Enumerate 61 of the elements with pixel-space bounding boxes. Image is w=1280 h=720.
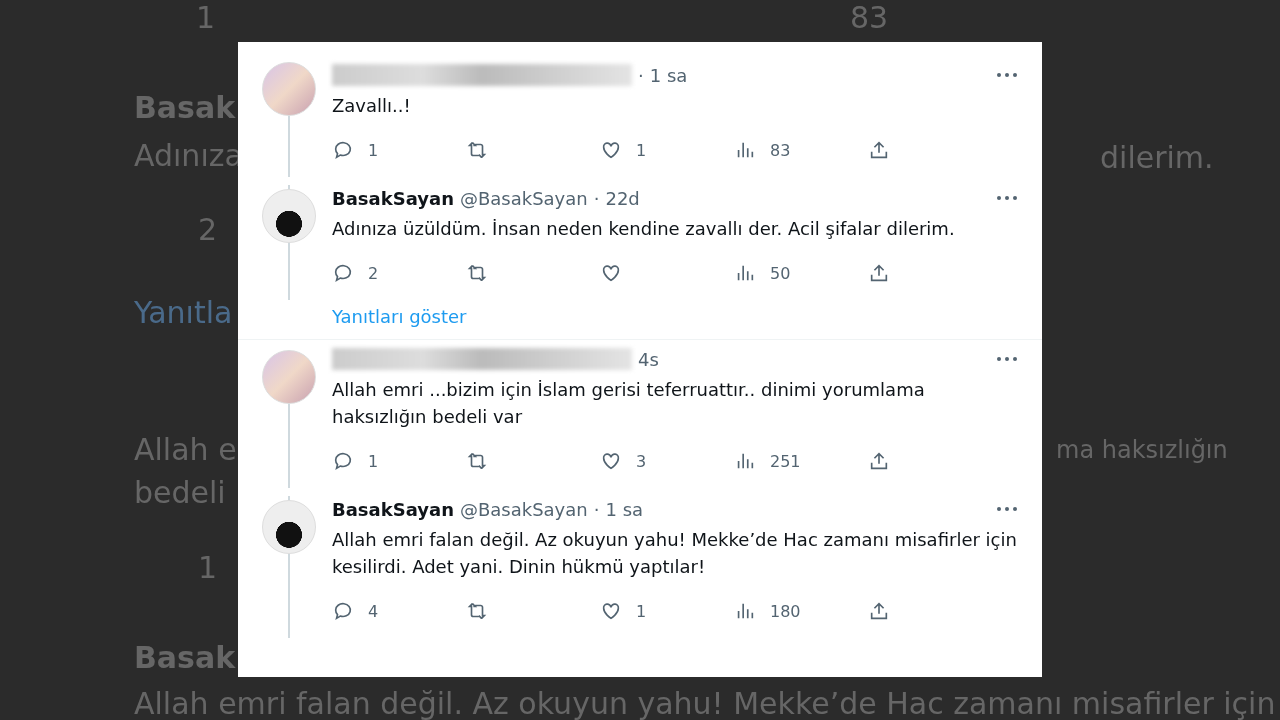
background-text: ma haksızlığın — [1056, 436, 1228, 464]
view-count: 50 — [770, 263, 791, 283]
heart-icon[interactable] — [600, 600, 622, 622]
background-text: Yanıtla — [134, 295, 233, 330]
background-text: 1 — [196, 0, 216, 35]
share-icon[interactable] — [868, 450, 890, 472]
background-text: Adınıza — [134, 138, 243, 173]
user-name[interactable]: BasakSayan — [332, 187, 454, 209]
view-count: 83 — [770, 140, 791, 160]
more-icon[interactable] — [996, 506, 1018, 512]
avatar[interactable] — [262, 500, 316, 554]
like-count: 1 — [636, 140, 647, 160]
heart-icon[interactable] — [600, 262, 622, 284]
reply-count: 4 — [368, 601, 379, 621]
background-text: 1 — [198, 550, 218, 585]
separator-dot: · — [638, 64, 644, 86]
reply-icon[interactable] — [332, 262, 354, 284]
user-name[interactable]: BasakSayan — [332, 498, 454, 520]
tweet-text: Zavallı..! — [332, 94, 412, 118]
more-icon[interactable] — [996, 356, 1018, 362]
share-icon[interactable] — [868, 139, 890, 161]
view-count: 251 — [770, 451, 801, 471]
more-icon[interactable] — [996, 72, 1018, 78]
heart-icon[interactable] — [600, 450, 622, 472]
retweet-icon[interactable] — [466, 139, 488, 161]
tweet-text: Adınıza üzüldüm. İnsan neden kendine zavallı der. Acil şifalar dilerim. — [332, 217, 956, 241]
background-text: bedeli — [134, 475, 226, 510]
background-text: 83 — [850, 0, 889, 35]
heart-icon[interactable] — [600, 139, 622, 161]
reply-icon[interactable] — [332, 600, 354, 622]
share-icon[interactable] — [868, 600, 890, 622]
reply-count: 1 — [368, 451, 379, 471]
reply-icon[interactable] — [332, 139, 354, 161]
tweet-time[interactable]: 4s — [638, 348, 659, 370]
tweet-time[interactable]: 1 sa — [605, 498, 644, 520]
user-handle[interactable]: @BasakSayan — [459, 498, 588, 520]
tweet-text: Allah emri ...bizim için İslam gerisi teferruattır.. dinimi yorumlama haksızlığın bedeli var — [332, 378, 926, 429]
reply-count: 1 — [368, 140, 379, 160]
share-icon[interactable] — [868, 262, 890, 284]
tweet-text: Allah emri falan değil. Az okuyun yahu! Mekke’de Hac zamanı misafirler için kesilirdi. Adet yani. Dinin hükmü yaptılar! — [332, 528, 1018, 579]
reply-count: 2 — [368, 263, 379, 283]
user-handle[interactable]: @BasakSayan — [459, 187, 588, 209]
like-count: 1 — [636, 601, 647, 621]
background-text: dilerim. — [1100, 140, 1214, 175]
tweet-time[interactable]: 22d — [605, 187, 640, 209]
retweet-icon[interactable] — [466, 600, 488, 622]
separator-dot: · — [593, 187, 600, 209]
reply-icon[interactable] — [332, 450, 354, 472]
more-icon[interactable] — [996, 195, 1018, 201]
like-count: 3 — [636, 451, 647, 471]
background-text: Basak — [134, 90, 236, 125]
retweet-icon[interactable] — [466, 450, 488, 472]
retweet-icon[interactable] — [466, 262, 488, 284]
tweet-time[interactable]: 1 sa — [649, 64, 688, 86]
view-count: 180 — [770, 601, 801, 621]
background-text: Allah e — [134, 432, 237, 467]
background-text: 2 — [198, 212, 218, 247]
avatar[interactable] — [262, 189, 316, 243]
background-text: Basak — [134, 640, 236, 675]
background-text: Allah emri falan değil. Az okuyun yahu! Mekke’de Hac zamanı misafirler için — [134, 686, 1276, 720]
separator-dot: · — [593, 498, 600, 520]
